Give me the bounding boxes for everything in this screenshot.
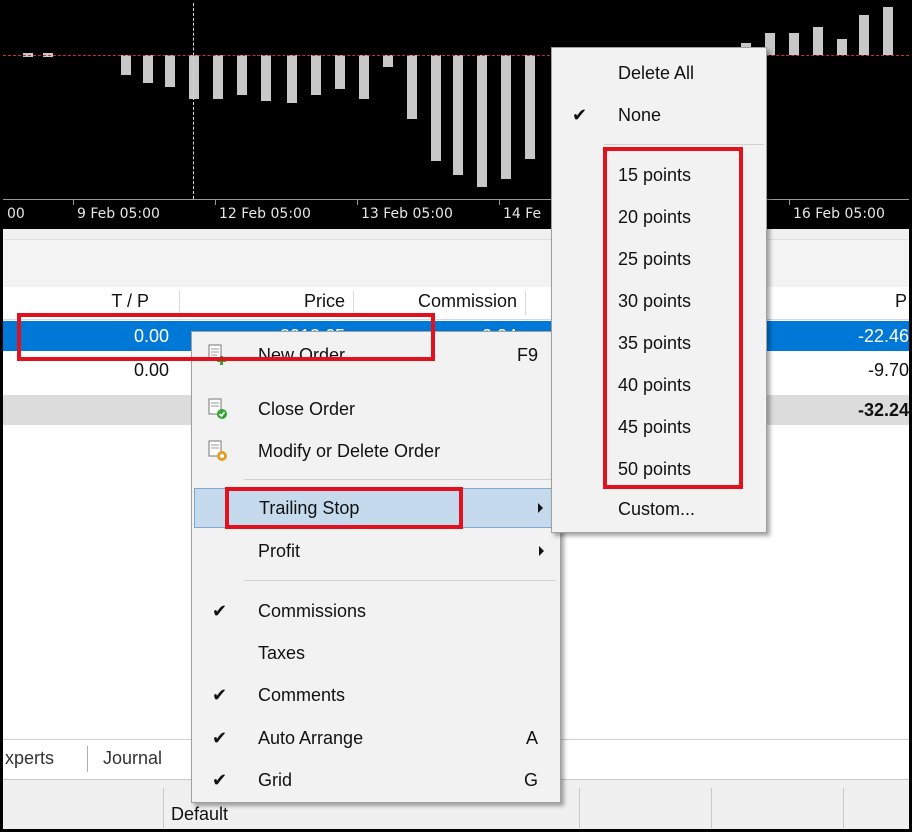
tab-journal[interactable]: Journal [103, 748, 162, 769]
level-line [3, 55, 909, 56]
histogram-bar [237, 55, 247, 95]
submenu-item-delete-all[interactable]: Delete All [554, 54, 764, 94]
checkmark-icon: ✔ [212, 770, 228, 790]
price-chart[interactable]: 00 9 Feb 05:00 12 Feb 05:00 13 Feb 05:00… [3, 3, 909, 229]
checkmark-icon: ✔ [572, 105, 588, 125]
status-divider [711, 788, 712, 828]
menu-item-label: Modify or Delete Order [258, 441, 441, 461]
histogram-bar [813, 27, 823, 55]
column-header-commission[interactable]: Commission [418, 291, 517, 312]
time-axis: 00 9 Feb 05:00 12 Feb 05:00 13 Feb 05:00… [3, 199, 909, 229]
submenu-item-label: Delete All [618, 63, 695, 83]
histogram-bar [189, 55, 199, 99]
menu-item-grid[interactable]: ✔ Grid G [194, 761, 558, 801]
histogram-bar [143, 55, 153, 83]
status-divider [579, 788, 580, 828]
terminal-window: 00 9 Feb 05:00 12 Feb 05:00 13 Feb 05:00… [0, 0, 912, 832]
histogram-bar [383, 55, 393, 67]
tab-experts[interactable]: xperts [5, 748, 54, 769]
histogram-bar [213, 55, 223, 99]
time-label: 16 Feb 05:00 [793, 206, 885, 222]
menu-separator [244, 479, 556, 480]
column-divider[interactable] [179, 291, 180, 315]
menu-shortcut: F9 [516, 345, 538, 365]
histogram-bar [789, 33, 799, 55]
submenu-item-none[interactable]: ✔ None [554, 96, 764, 136]
histogram-bar [121, 55, 131, 75]
time-label: 13 Feb 05:00 [361, 206, 453, 222]
histogram-bar [407, 55, 417, 119]
histogram-bar [287, 55, 297, 103]
close-order-icon [208, 398, 228, 420]
column-header-price[interactable]: Price [304, 291, 345, 312]
histogram-bar [335, 55, 345, 89]
time-label: 9 Feb 05:00 [77, 206, 160, 222]
submenu-item-label: Custom... [618, 499, 696, 519]
histogram-bar [261, 55, 271, 101]
column-header-tp[interactable]: T / P [111, 291, 149, 312]
submenu-arrow-icon [538, 503, 543, 513]
histogram-bar [359, 55, 369, 99]
status-profile: Default [171, 804, 229, 824]
menu-item-label: Auto Arrange [258, 728, 364, 748]
histogram-bar [501, 55, 511, 179]
cell-profit: -9.70 [867, 360, 909, 380]
status-divider [163, 788, 164, 828]
menu-item-taxes[interactable]: Taxes [194, 634, 558, 674]
status-divider [843, 788, 844, 828]
histogram-bar [859, 15, 869, 55]
histogram-bar [525, 55, 535, 159]
column-divider[interactable] [525, 291, 526, 315]
time-label: 12 Feb 05:00 [219, 206, 311, 222]
menu-item-label: Commissions [258, 601, 367, 621]
menu-item-label: Close Order [258, 399, 356, 419]
menu-shortcut: G [523, 770, 538, 790]
toolbox-strip [3, 229, 909, 288]
histogram-bar [311, 55, 321, 95]
menu-item-close-order[interactable]: Close Order [194, 390, 558, 430]
menu-item-label: Profit [258, 541, 301, 561]
column-header-profit[interactable]: P [895, 291, 907, 312]
histogram-bar [431, 55, 441, 161]
highlight-box-point-options [603, 147, 743, 489]
histogram-bar [883, 7, 893, 55]
cell-tp: 0.00 [133, 360, 169, 380]
highlight-box-trailing-stop [225, 487, 463, 529]
checkmark-icon: ✔ [212, 685, 228, 705]
crosshair-line [193, 3, 194, 199]
cell-profit: -22.46 [857, 326, 909, 346]
menu-item-label: Taxes [258, 643, 306, 663]
checkmark-icon: ✔ [212, 728, 228, 748]
tab-divider [87, 746, 88, 772]
highlight-box-order-row [17, 313, 435, 361]
menu-separator [604, 144, 764, 145]
histogram-bar [477, 55, 487, 187]
context-menu: New Order F9 Close Order Modify or Delet… [191, 331, 561, 803]
menu-item-comments[interactable]: ✔ Comments [194, 676, 558, 716]
submenu-item-custom[interactable]: Custom... [554, 490, 764, 530]
menu-item-auto-arrange[interactable]: ✔ Auto Arrange A [194, 719, 558, 759]
menu-separator [244, 580, 556, 581]
checkmark-icon: ✔ [212, 601, 228, 621]
menu-item-label: Comments [258, 685, 346, 705]
toolbox-toolbar [3, 239, 909, 288]
menu-item-label: Grid [258, 770, 293, 790]
menu-shortcut: A [525, 728, 538, 748]
histogram-bar [837, 39, 847, 55]
histogram-bar [165, 55, 175, 87]
column-divider[interactable] [353, 291, 354, 315]
menu-item-modify-order[interactable]: Modify or Delete Order [194, 432, 558, 472]
submenu-arrow-icon [539, 546, 544, 556]
time-label: 14 Fe [503, 206, 542, 222]
menu-item-commissions[interactable]: ✔ Commissions [194, 592, 558, 632]
histogram-bar [453, 55, 463, 175]
modify-order-icon [208, 440, 228, 462]
menu-item-profit[interactable]: Profit [194, 532, 558, 572]
total-profit: -32.24 [857, 400, 909, 420]
time-label: 00 [7, 206, 25, 222]
submenu-item-label: None [618, 105, 662, 125]
